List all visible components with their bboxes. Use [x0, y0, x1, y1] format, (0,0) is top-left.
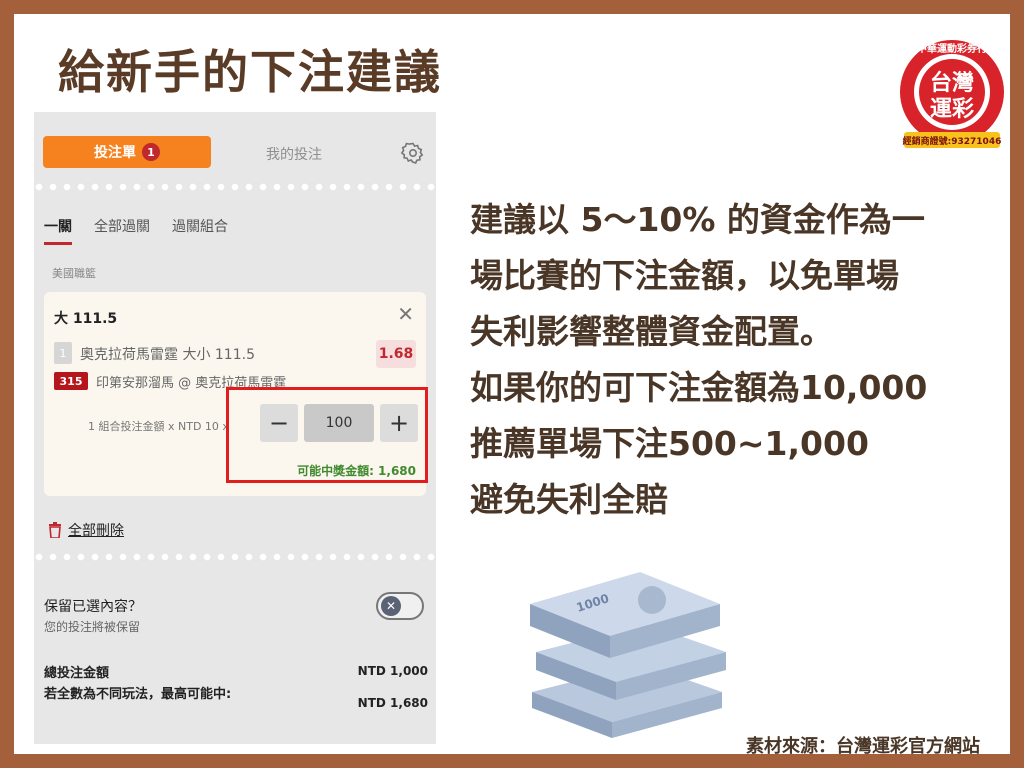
trash-icon — [49, 522, 61, 538]
ticket-perforation — [34, 182, 436, 192]
taiwan-sports-lottery-logo: 中華運動彩券行 台灣 運彩 經銷商證號:93271046 — [900, 40, 1004, 148]
stake-highlight-box — [226, 387, 428, 483]
odds-badge: 1.68 — [376, 340, 416, 368]
svg-text:經銷商證號:93271046: 經銷商證號:93271046 — [903, 135, 1002, 147]
tab-all-parlay[interactable]: 全部過關 — [94, 216, 150, 245]
selection-text: 奧克拉荷馬雷霆 大小 111.5 — [80, 347, 255, 363]
summary-section: 保留已選內容？ 您的投注將被保留 ✕ 總投注金額 NTD 1,000 若全數為不… — [34, 562, 436, 744]
stake-formula: 1 組合投注金額 x NTD 10 x — [88, 420, 229, 433]
tab-parlay-combo[interactable]: 過關組合 — [172, 216, 228, 245]
advice-line: 避免失利全賠 — [470, 480, 668, 519]
max-win-value: NTD 1,680 — [357, 696, 428, 710]
close-icon[interactable]: ✕ — [397, 302, 414, 326]
betslip-panel: 投注單 1 我的投注 一關 全部過關 過關組合 美國職籃 大 111.5 ✕ 1… — [34, 112, 436, 744]
delete-all-label: 全部刪除 — [68, 523, 124, 539]
total-stake-label: 總投注金額 — [44, 666, 110, 681]
svg-text:中華運動彩券行: 中華運動彩券行 — [917, 42, 987, 55]
league-label: 美國職籃 — [52, 267, 96, 280]
keep-selection-subtitle: 您的投注將被保留 — [44, 620, 141, 634]
keep-selection-toggle[interactable]: ✕ — [376, 592, 424, 620]
total-stake-value: NTD 1,000 — [357, 664, 428, 678]
advice-text: 建議以 5～10% 的資金作為一 場比賽的下注金額，以免單場 失利影響整體資金配… — [470, 192, 1010, 528]
gear-icon[interactable] — [398, 138, 428, 168]
svg-text:運彩: 運彩 — [930, 97, 974, 122]
close-icon: ✕ — [381, 596, 401, 616]
slide-title: 給新手的下注建議 — [58, 45, 442, 99]
betslip-count-badge: 1 — [142, 143, 160, 161]
advice-line: 建議以 5～10% 的資金作為一 — [470, 200, 925, 239]
betslip-header: 投注單 1 我的投注 — [34, 112, 436, 184]
ticket-perforation — [34, 552, 436, 562]
tab-betslip-label: 投注單 — [94, 145, 136, 161]
advice-line: 推薦單場下注500~1,000 — [470, 424, 869, 463]
max-win-label: 若全數為不同玩法，最高可能中: — [44, 687, 232, 702]
advice-line: 場比賽的下注金額，以免單場 — [470, 256, 899, 295]
tab-betslip[interactable]: 投注單 1 — [43, 136, 211, 168]
advice-line: 如果你的可下注金額為10,000 — [470, 368, 928, 407]
svg-text:台灣: 台灣 — [930, 70, 974, 96]
game-code-badge: 315 — [54, 372, 88, 390]
tab-my-bets[interactable]: 我的投注 — [266, 144, 322, 164]
banknote-stack-illustration: 1000 — [530, 572, 726, 738]
keep-selection-title: 保留已選內容？ — [44, 599, 142, 615]
advice-line: 失利影響整體資金配置。 — [470, 312, 833, 351]
bet-type-tabs: 一關 全部過關 過關組合 — [44, 216, 228, 245]
source-caption: 素材來源：台灣運彩官方網站 — [746, 736, 980, 757]
selection-number: 1 — [54, 342, 72, 364]
bet-title: 大 111.5 — [54, 311, 118, 327]
delete-all-button[interactable]: 全部刪除 — [48, 520, 124, 540]
tab-single[interactable]: 一關 — [44, 216, 72, 245]
